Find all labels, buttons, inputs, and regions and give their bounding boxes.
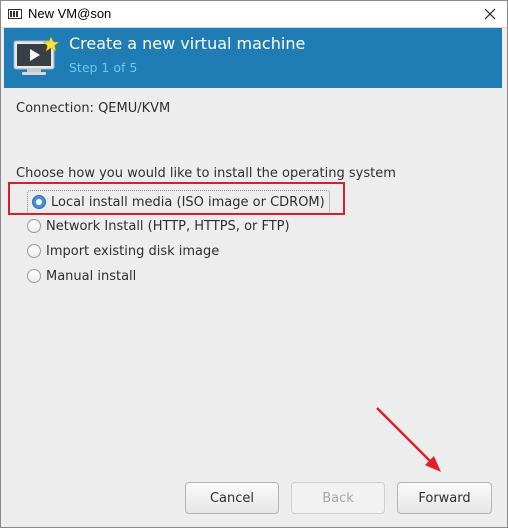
banner-title: Create a new virtual machine (69, 34, 306, 53)
step-indicator: Step 1 of 5 (69, 60, 138, 75)
arrow-annotation-icon (376, 407, 441, 472)
connection-label: Connection: (16, 101, 94, 116)
install-method-prompt: Choose how you would like to install the… (16, 166, 396, 181)
radio-label: Network Install (HTTP, HTTPS, or FTP) (46, 218, 290, 234)
radio-import-disk-image[interactable]: Import existing disk image (27, 240, 219, 262)
back-button[interactable]: Back (291, 482, 385, 514)
radio-label: Manual install (46, 268, 137, 284)
connection-value: QEMU/KVM (98, 101, 171, 116)
new-vm-dialog: New VM@son Create a new virtual machine … (0, 0, 508, 528)
radio-button[interactable] (27, 269, 41, 283)
radio-label: Import existing disk image (46, 243, 220, 259)
close-button[interactable] (481, 5, 499, 23)
close-icon (484, 8, 496, 20)
radio-button[interactable] (27, 244, 41, 258)
app-icon (8, 9, 22, 19)
forward-button[interactable]: Forward (397, 482, 492, 514)
virtual-machine-icon (13, 37, 59, 75)
header-banner: Create a new virtual machine Step 1 of 5 (4, 28, 502, 88)
title-bar: New VM@son (1, 1, 507, 28)
cancel-button[interactable]: Cancel (185, 482, 279, 514)
radio-network-install[interactable]: Network Install (HTTP, HTTPS, or FTP) (27, 215, 290, 237)
connection-info: Connection: QEMU/KVM (16, 101, 170, 116)
window-title: New VM@son (28, 6, 112, 21)
highlight-annotation (8, 182, 345, 215)
radio-manual-install[interactable]: Manual install (27, 265, 136, 287)
radio-button[interactable] (27, 219, 41, 233)
